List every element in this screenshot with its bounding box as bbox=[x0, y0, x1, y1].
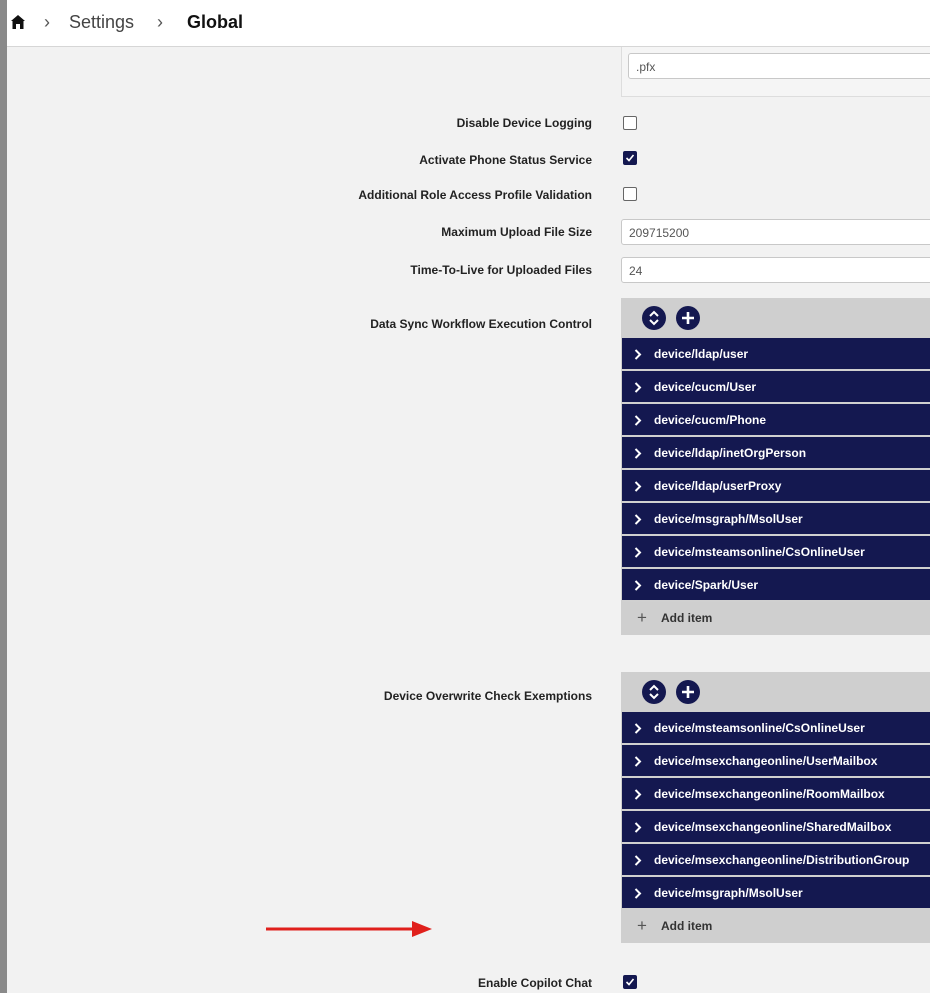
additional-role-access-checkbox[interactable] bbox=[623, 187, 637, 201]
additional-role-access-label: Additional Role Access Profile Validatio… bbox=[358, 188, 592, 202]
annotation-arrow-icon bbox=[266, 921, 432, 937]
list-item[interactable]: device/msexchangeonline/RoomMailbox bbox=[622, 778, 930, 811]
overwrite-exemptions-list: device/msteamsonline/CsOnlineUser device… bbox=[621, 672, 930, 943]
add-item-button[interactable]: + Add item bbox=[621, 602, 930, 635]
plus-icon: + bbox=[637, 916, 647, 935]
ttl-uploaded-label: Time-To-Live for Uploaded Files bbox=[410, 263, 592, 277]
chevron-right-icon bbox=[634, 756, 642, 767]
chevron-right-icon bbox=[634, 855, 642, 866]
chevron-right-icon bbox=[634, 448, 642, 459]
chevron-right-icon bbox=[634, 723, 642, 734]
list-item[interactable]: device/cucm/User bbox=[622, 371, 930, 404]
sort-icon[interactable] bbox=[642, 306, 666, 330]
list-item[interactable]: device/msgraph/MsolUser bbox=[622, 877, 930, 910]
settings-form: .pfx Disable Device Logging Activate Pho… bbox=[7, 47, 930, 993]
home-icon[interactable] bbox=[10, 14, 26, 30]
list-header bbox=[621, 672, 930, 712]
chevron-right-icon bbox=[634, 415, 642, 426]
add-item-button[interactable]: + Add item bbox=[621, 910, 930, 943]
list-item[interactable]: device/ldap/user bbox=[622, 338, 930, 371]
chevron-right-icon bbox=[634, 789, 642, 800]
chevron-right-icon bbox=[634, 481, 642, 492]
chevron-right-icon bbox=[634, 822, 642, 833]
window-left-edge bbox=[0, 0, 7, 993]
disable-device-logging-checkbox[interactable] bbox=[623, 116, 637, 130]
chevron-right-icon bbox=[634, 580, 642, 591]
activate-phone-status-label: Activate Phone Status Service bbox=[419, 153, 592, 167]
list-item[interactable]: device/msexchangeonline/DistributionGrou… bbox=[622, 844, 930, 877]
list-item[interactable]: device/msteamsonline/CsOnlineUser bbox=[622, 712, 930, 745]
enable-copilot-chat-label: Enable Copilot Chat bbox=[478, 976, 592, 990]
plus-circle-icon[interactable] bbox=[676, 306, 700, 330]
data-sync-list: device/ldap/user device/cucm/User device… bbox=[621, 298, 930, 635]
activate-phone-status-checkbox[interactable] bbox=[623, 151, 637, 165]
plus-circle-icon[interactable] bbox=[676, 680, 700, 704]
chevron-right-icon: › bbox=[44, 12, 50, 32]
chevron-right-icon bbox=[634, 349, 642, 360]
check-icon bbox=[625, 978, 635, 986]
pfx-input[interactable]: .pfx bbox=[628, 53, 930, 79]
max-upload-size-label: Maximum Upload File Size bbox=[441, 225, 592, 239]
check-icon bbox=[625, 154, 635, 162]
breadcrumb-bar: › Settings › Global bbox=[7, 0, 930, 47]
list-item[interactable]: device/ldap/userProxy bbox=[622, 470, 930, 503]
chevron-right-icon bbox=[634, 382, 642, 393]
list-item[interactable]: device/msexchangeonline/UserMailbox bbox=[622, 745, 930, 778]
list-item[interactable]: device/msgraph/MsolUser bbox=[622, 503, 930, 536]
list-item[interactable]: device/ldap/inetOrgPerson bbox=[622, 437, 930, 470]
breadcrumb-global: Global bbox=[187, 12, 244, 32]
ttl-uploaded-input[interactable]: 24 bbox=[621, 257, 930, 283]
list-item[interactable]: device/msteamsonline/CsOnlineUser bbox=[622, 536, 930, 569]
breadcrumb-settings[interactable]: Settings bbox=[69, 12, 134, 33]
disable-device-logging-label: Disable Device Logging bbox=[456, 116, 592, 130]
chevron-right-icon bbox=[634, 888, 642, 899]
list-header bbox=[621, 298, 930, 338]
chevron-right-icon bbox=[634, 547, 642, 558]
plus-icon: + bbox=[637, 608, 647, 627]
list-item[interactable]: device/msexchangeonline/SharedMailbox bbox=[622, 811, 930, 844]
data-sync-label: Data Sync Workflow Execution Control bbox=[370, 317, 592, 331]
enable-copilot-chat-checkbox[interactable] bbox=[623, 975, 637, 989]
pfx-field-group: .pfx bbox=[621, 47, 930, 97]
list-item[interactable]: device/Spark/User bbox=[622, 569, 930, 602]
sort-icon[interactable] bbox=[642, 680, 666, 704]
chevron-right-icon: › bbox=[157, 12, 163, 32]
overwrite-exemptions-label: Device Overwrite Check Exemptions bbox=[383, 689, 592, 703]
max-upload-size-input[interactable]: 209715200 bbox=[621, 219, 930, 245]
list-item[interactable]: device/cucm/Phone bbox=[622, 404, 930, 437]
chevron-right-icon bbox=[634, 514, 642, 525]
